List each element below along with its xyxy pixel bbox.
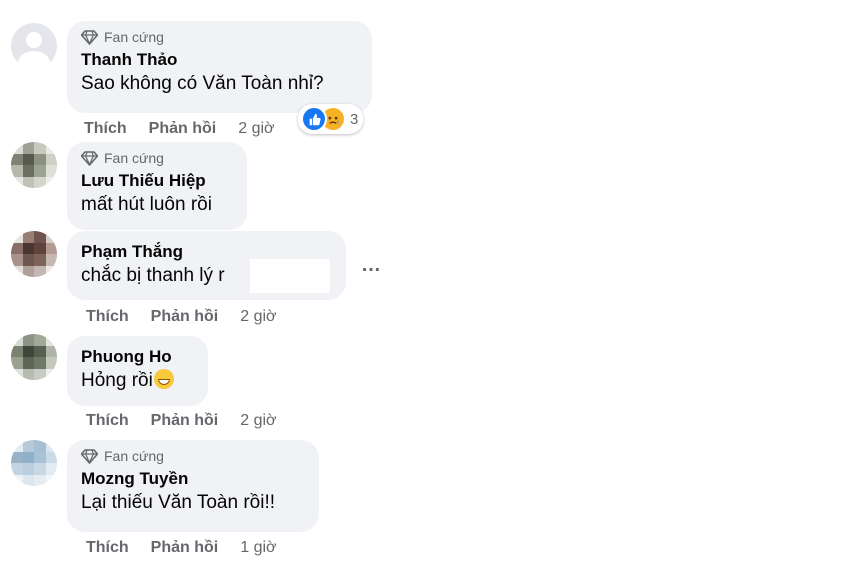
comment-bubble: Phuong Ho Hỏng rồi: [67, 336, 208, 406]
reply-button[interactable]: Phản hồi: [151, 308, 219, 326]
commenter-name[interactable]: Mozng Tuyền: [81, 468, 305, 490]
badge-label: Fan cứng: [104, 448, 164, 464]
badge-label: Fan cứng: [104, 29, 164, 45]
fan-badge[interactable]: Fan cứng: [81, 149, 233, 167]
comment-bubble: Fan cứng Mozng Tuyền Lại thiếu Văn Toàn …: [67, 440, 319, 532]
avatar[interactable]: [11, 334, 57, 380]
comment-actions: Thích Phản hồi 1 giờ: [86, 539, 277, 557]
reply-button[interactable]: Phản hồi: [151, 539, 219, 557]
avatar[interactable]: [11, 23, 57, 69]
comment-text: Hỏng rồi: [81, 368, 194, 394]
commenter-name[interactable]: Lưu Thiếu Hiệp: [81, 170, 233, 192]
like-button[interactable]: Thích: [86, 308, 129, 326]
avatar[interactable]: [11, 440, 57, 486]
more-options-icon[interactable]: …: [361, 254, 382, 277]
fan-badge[interactable]: Fan cứng: [81, 447, 305, 465]
comment-bubble: Fan cứng Lưu Thiếu Hiệp mất hút luôn rồi: [67, 142, 247, 230]
timestamp[interactable]: 2 giờ: [240, 412, 276, 430]
commenter-name[interactable]: Phuong Ho: [81, 346, 194, 368]
timestamp[interactable]: 1 giờ: [240, 539, 276, 557]
grinning-emoji-icon: [153, 369, 174, 389]
like-button[interactable]: Thích: [84, 120, 127, 138]
diamond-icon: [81, 448, 98, 464]
reaction-summary[interactable]: 3: [298, 104, 364, 134]
comment-text: Lại thiếu Văn Toàn rồi!!: [81, 492, 276, 513]
fan-badge[interactable]: Fan cứng: [81, 28, 358, 46]
reply-button[interactable]: Phản hồi: [149, 120, 217, 138]
like-button[interactable]: Thích: [86, 539, 129, 557]
avatar[interactable]: [11, 142, 57, 188]
comment-actions: Thích Phản hồi 2 giờ: [86, 308, 277, 326]
comment-actions: Thích Phản hồi 2 giờ: [84, 120, 275, 138]
reply-button[interactable]: Phản hồi: [151, 412, 219, 430]
comment-text-content: Hỏng rồi: [81, 370, 153, 391]
redaction-block: [250, 259, 330, 293]
avatar[interactable]: [11, 231, 57, 277]
badge-label: Fan cứng: [104, 150, 164, 166]
diamond-icon: [81, 29, 98, 45]
comment-bubble: Fan cứng Thanh Thảo Sao không có Văn Toà…: [67, 21, 372, 113]
comment-text: Sao không có Văn Toàn nhỉ?: [81, 73, 324, 94]
comment-text: mất hút luôn rồi: [81, 194, 212, 215]
commenter-name[interactable]: Thanh Thảo: [81, 49, 358, 71]
timestamp[interactable]: 2 giờ: [240, 308, 276, 326]
diamond-icon: [81, 150, 98, 166]
reaction-count: 3: [350, 110, 359, 128]
like-reaction-icon: [301, 106, 327, 132]
timestamp[interactable]: 2 giờ: [238, 120, 274, 138]
comment-actions: Thích Phản hồi 2 giờ: [86, 412, 277, 430]
like-button[interactable]: Thích: [86, 412, 129, 430]
